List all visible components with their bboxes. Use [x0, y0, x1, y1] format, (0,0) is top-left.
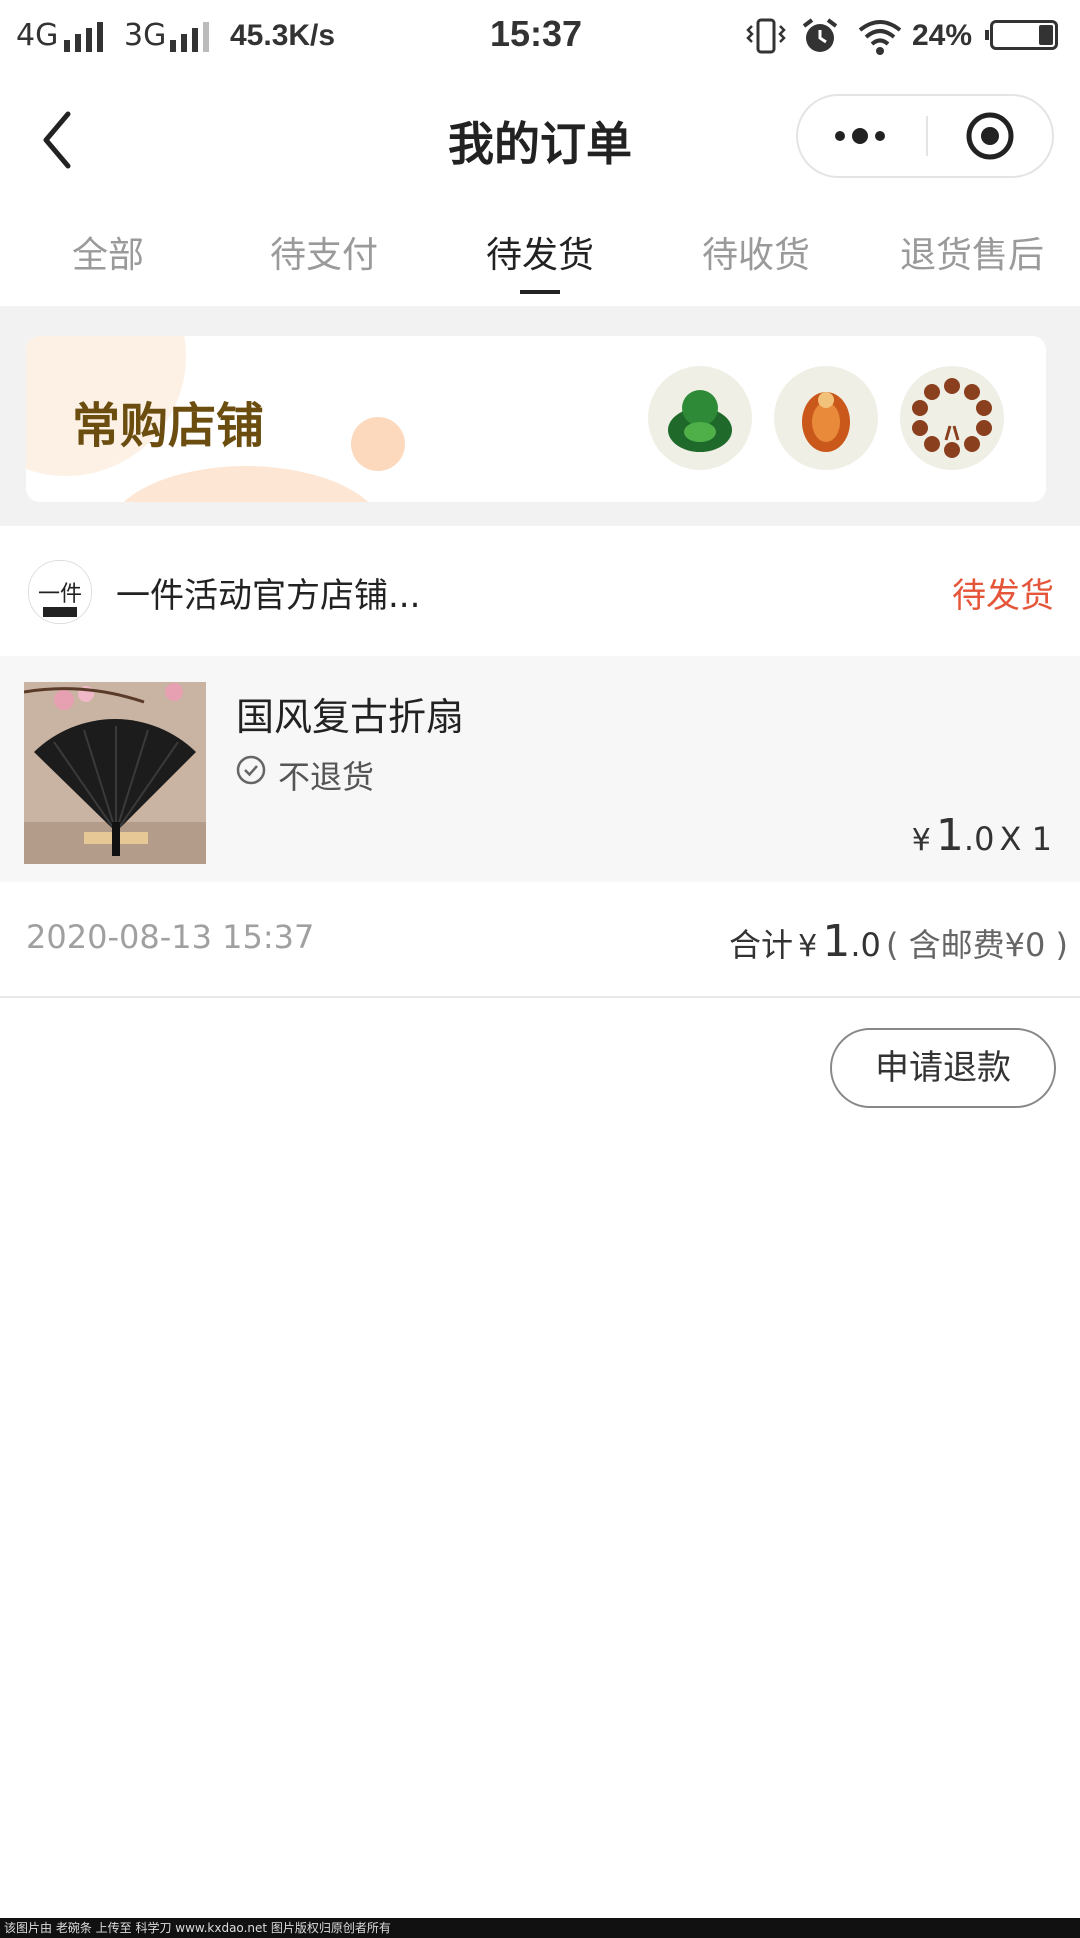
clock: 15:37 — [490, 13, 583, 54]
frequent-shops-banner[interactable]: 常购店铺 — [26, 336, 1046, 502]
request-refund-button[interactable]: 申请退款 — [830, 1028, 1056, 1108]
mini-program-capsule — [796, 94, 1054, 178]
order-status-badge: 待发货 — [952, 576, 1054, 616]
store-name[interactable]: 一件活动官方店铺... — [116, 568, 420, 617]
shop-thumb-jade-buddha[interactable] — [648, 366, 752, 470]
shop-thumb-bead-bracelet[interactable] — [900, 366, 1004, 470]
return-policy-text: 不退货 — [278, 758, 375, 796]
total-decimal: .0 — [850, 926, 881, 964]
store-logo-mark: 一件 — [29, 561, 91, 623]
tab-pending-receipt[interactable]: 待收货 — [648, 220, 864, 306]
order-product-item[interactable]: 国风复古折扇 不退货 ¥ 1.0 X 1 — [0, 656, 1080, 882]
active-tab-indicator — [520, 290, 560, 294]
order-tabs: 全部 待支付 待发货 待收货 退货售后 — [0, 220, 1080, 306]
tab-label: 退货售后 — [899, 235, 1044, 276]
tab-label: 待收货 — [701, 235, 810, 276]
tab-pending-shipment[interactable]: 待发货 — [432, 220, 648, 306]
status-bar: 4G 3G 45.3K/s 15:37 24% — [0, 0, 1080, 72]
check-circle-icon — [236, 755, 266, 785]
battery-nub — [985, 30, 989, 40]
close-miniprogram-button[interactable] — [928, 96, 1052, 176]
signal-icon-2 — [170, 20, 214, 52]
folding-fan-image — [24, 682, 206, 864]
store-logo[interactable]: 一件 — [28, 560, 92, 624]
shop-thumb-amber-carving[interactable] — [774, 366, 878, 470]
price-integer: 1 — [935, 810, 964, 861]
tab-label: 待发货 — [485, 235, 594, 276]
order-total: 合计 ¥ 1.0 ( 含邮费¥0 ) — [729, 916, 1068, 967]
unit-price: ¥ 1.0 X 1 — [912, 810, 1052, 861]
order-date: 2020-08-13 15:37 — [26, 918, 315, 956]
total-currency: ¥ — [798, 929, 818, 964]
battery-icon — [990, 20, 1058, 50]
shipping-fee: ( 含邮费¥0 ) — [885, 926, 1068, 964]
network-type-1: 4G — [16, 18, 59, 53]
store-logo-text: 一件 — [38, 582, 82, 607]
product-name: 国风复古折扇 — [236, 695, 465, 739]
amber-carving-icon — [802, 392, 850, 452]
bead-bracelet-icon — [912, 378, 992, 458]
currency-symbol: ¥ — [911, 823, 931, 858]
vibrate-icon — [746, 18, 786, 54]
total-label: 合计 — [729, 926, 794, 964]
tab-all[interactable]: 全部 — [0, 220, 216, 306]
more-dots-icon — [835, 128, 885, 144]
tab-returns[interactable]: 退货售后 — [864, 220, 1080, 306]
product-image — [24, 682, 206, 864]
wifi-icon — [858, 20, 902, 55]
total-integer: 1 — [822, 916, 851, 967]
signal-icon — [64, 20, 108, 52]
divider — [0, 996, 1080, 998]
network-speed: 45.3K/s — [230, 19, 336, 52]
price-decimal: .0 — [963, 820, 995, 858]
alarm-icon — [802, 18, 838, 52]
network-type-2: 3G — [124, 18, 167, 53]
target-icon — [966, 112, 1014, 160]
tab-pending-payment[interactable]: 待支付 — [216, 220, 432, 306]
watermark: 该图片由 老碗条 上传至 科学刀 www.kxdao.net 图片版权归原创者所… — [0, 1918, 1080, 1938]
battery-level — [1039, 25, 1053, 45]
banner-title: 常购店铺 — [72, 398, 265, 454]
quantity: X 1 — [999, 820, 1052, 858]
battery-percent: 24% — [912, 19, 973, 52]
tab-label: 全部 — [71, 235, 144, 276]
more-button[interactable] — [798, 96, 926, 176]
jade-buddha-icon — [668, 390, 732, 452]
tab-label: 待支付 — [269, 235, 378, 276]
